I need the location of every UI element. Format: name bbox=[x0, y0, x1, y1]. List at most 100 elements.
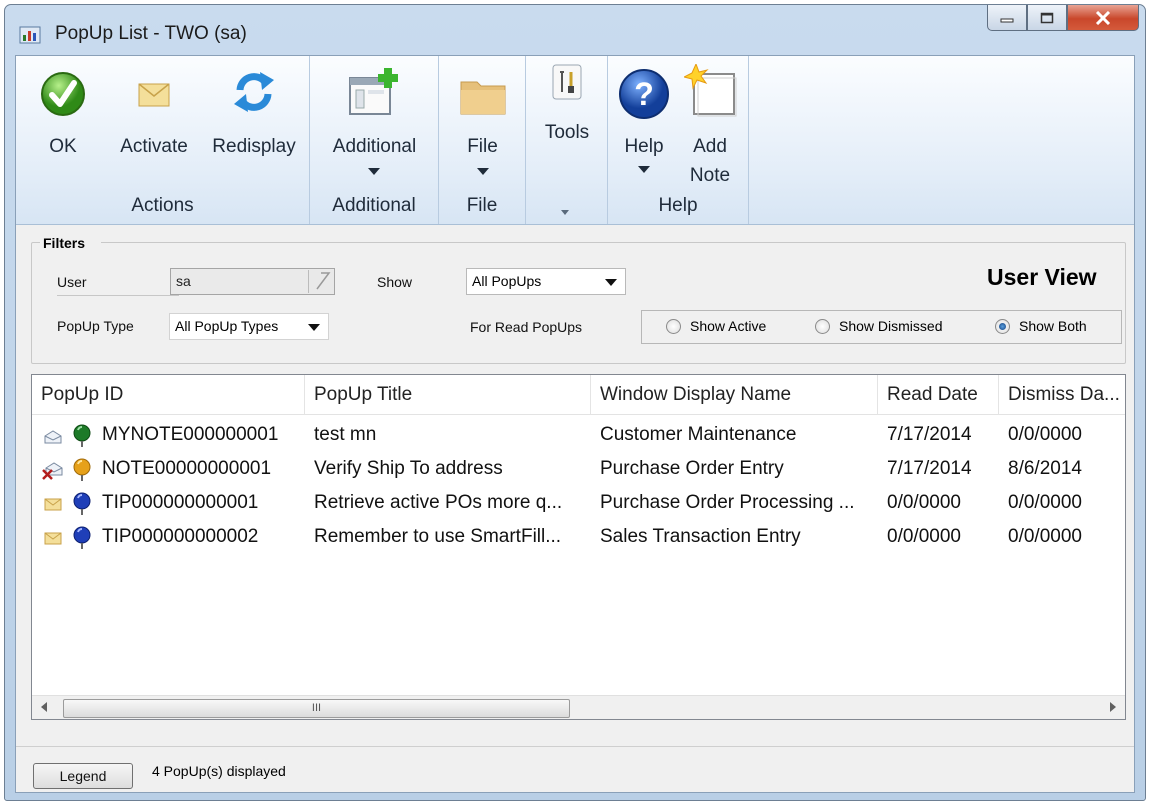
envelope-icon bbox=[138, 83, 170, 107]
show-select[interactable]: All PopUps bbox=[466, 268, 626, 295]
open-envelope-icon bbox=[44, 430, 62, 444]
view-title: User View bbox=[987, 264, 1097, 290]
scrollbar-thumb[interactable]: III bbox=[63, 699, 570, 718]
maximize-button[interactable] bbox=[1027, 5, 1067, 31]
scroll-left-icon[interactable] bbox=[41, 702, 47, 712]
title-bar: PopUp List - TWO (sa) bbox=[5, 5, 1145, 55]
chevron-down-icon bbox=[638, 166, 650, 173]
closed-envelope-icon bbox=[44, 498, 62, 511]
ribbon-group-actions: OK Activate Redisplay Actions bbox=[16, 56, 310, 224]
redisplay-label: Redisplay bbox=[212, 136, 296, 157]
column-header-window-display-name[interactable]: Window Display Name bbox=[591, 375, 878, 415]
folder-icon bbox=[460, 81, 506, 115]
radio-selected-icon bbox=[995, 318, 1010, 334]
close-button[interactable] bbox=[1067, 5, 1139, 31]
filters-group: Filters User sa Show All PopUps User Vie… bbox=[31, 235, 1126, 364]
cell-dismiss-date: 8/6/2014 bbox=[1008, 458, 1082, 479]
show-active-radio[interactable]: Show Active bbox=[666, 318, 766, 334]
maximize-icon bbox=[1040, 12, 1054, 23]
additional-label: Additional bbox=[332, 136, 417, 157]
ribbon-group-label: Additional bbox=[332, 195, 416, 216]
close-icon bbox=[1095, 10, 1111, 25]
checkmark-icon bbox=[41, 72, 85, 116]
cell-read-date: 7/17/2014 bbox=[887, 458, 972, 479]
table-row[interactable]: TIP000000000002 Remember to use SmartFil… bbox=[32, 520, 1125, 554]
activate-label: Activate bbox=[120, 136, 188, 157]
ribbon-group-label: Actions bbox=[131, 195, 194, 216]
file-button[interactable]: File bbox=[447, 56, 518, 191]
group-expand-icon[interactable] bbox=[561, 210, 569, 215]
radio-icon bbox=[815, 318, 830, 334]
ok-button[interactable]: OK bbox=[30, 56, 96, 191]
add-note-label-line2: Note bbox=[689, 165, 731, 186]
tools-icon bbox=[552, 64, 582, 100]
cell-window-display-name: Purchase Order Processing ... bbox=[600, 492, 855, 513]
cell-read-date: 0/0/0000 bbox=[887, 526, 961, 547]
cell-popup-title: Remember to use SmartFill... bbox=[314, 526, 562, 547]
scroll-right-icon[interactable] bbox=[1110, 702, 1116, 712]
cell-popup-id: MYNOTE000000001 bbox=[102, 424, 279, 445]
closed-envelope-icon bbox=[44, 532, 62, 545]
tools-label: Tools bbox=[544, 122, 590, 143]
add-note-button[interactable]: Add Note bbox=[676, 56, 744, 191]
popup-type-select[interactable]: All PopUp Types bbox=[169, 313, 329, 340]
cell-popup-id: NOTE00000000001 bbox=[102, 458, 272, 479]
add-window-icon bbox=[349, 68, 398, 115]
show-value: All PopUps bbox=[472, 273, 542, 289]
cell-read-date: 7/17/2014 bbox=[887, 424, 972, 445]
table-row[interactable]: TIP000000000001 Retrieve active POs more… bbox=[32, 486, 1125, 520]
cell-read-date: 0/0/0000 bbox=[887, 492, 961, 513]
scrollbar-grip: III bbox=[311, 702, 322, 714]
user-field[interactable]: sa bbox=[170, 268, 335, 295]
cell-dismiss-date: 0/0/0000 bbox=[1008, 526, 1082, 547]
ribbon-group-label: File bbox=[466, 195, 498, 216]
ribbon-group-tools: Tools bbox=[526, 56, 608, 224]
popup-count-text: 4 PopUp(s) displayed bbox=[152, 763, 286, 779]
window-title: PopUp List - TWO (sa) bbox=[55, 23, 247, 44]
dropdown-arrow-icon bbox=[605, 279, 617, 286]
ribbon-group-label: Help bbox=[658, 195, 698, 216]
minimize-button[interactable] bbox=[987, 5, 1027, 31]
show-dismissed-radio[interactable]: Show Dismissed bbox=[815, 318, 942, 334]
column-header-popup-id[interactable]: PopUp ID bbox=[32, 375, 305, 415]
show-dismissed-label: Show Dismissed bbox=[839, 318, 943, 334]
filters-title: Filters bbox=[40, 235, 102, 251]
horizontal-scrollbar[interactable]: III bbox=[32, 695, 1125, 719]
refresh-icon bbox=[234, 72, 274, 112]
chevron-down-icon bbox=[368, 168, 380, 175]
cell-popup-title: test mn bbox=[314, 424, 377, 445]
table-header: PopUp ID PopUp Title Window Display Name… bbox=[32, 375, 1125, 415]
add-note-icon bbox=[684, 64, 737, 117]
redisplay-button[interactable]: Redisplay bbox=[204, 56, 304, 191]
lookup-button[interactable] bbox=[308, 270, 334, 293]
column-header-popup-title[interactable]: PopUp Title bbox=[305, 375, 591, 415]
tools-button[interactable]: Tools bbox=[534, 56, 600, 156]
table-row[interactable]: MYNOTE000000001 test mn Customer Mainten… bbox=[32, 418, 1125, 452]
popup-type-label: PopUp Type bbox=[57, 318, 134, 334]
for-read-popups-label: For Read PopUps bbox=[470, 319, 583, 335]
additional-button[interactable]: Additional bbox=[318, 56, 431, 191]
help-button[interactable]: ? Help bbox=[612, 56, 676, 191]
ribbon-group-additional: Additional Additional bbox=[310, 56, 439, 224]
column-header-dismiss-date[interactable]: Dismiss Da... bbox=[999, 375, 1127, 415]
show-both-radio[interactable]: Show Both bbox=[995, 318, 1087, 334]
popup-list-window: PopUp List - TWO (sa) OK Activate Redisp… bbox=[4, 4, 1146, 801]
pushpin-blue-icon bbox=[73, 492, 91, 515]
column-header-read-date[interactable]: Read Date bbox=[878, 375, 999, 415]
ok-label: OK bbox=[49, 136, 77, 157]
cell-window-display-name: Customer Maintenance bbox=[600, 424, 797, 445]
cell-popup-id: TIP000000000002 bbox=[102, 526, 259, 547]
cell-popup-title: Verify Ship To address bbox=[314, 458, 503, 479]
minimize-icon bbox=[1000, 18, 1014, 22]
popup-list[interactable]: PopUp ID PopUp Title Window Display Name… bbox=[31, 374, 1126, 720]
pushpin-blue-icon bbox=[73, 526, 91, 549]
user-label: User bbox=[57, 274, 179, 296]
legend-button[interactable]: Legend bbox=[33, 763, 133, 789]
table-row[interactable]: NOTE00000000001 Verify Ship To address P… bbox=[32, 452, 1125, 486]
radio-icon bbox=[666, 318, 681, 334]
svg-text:?: ? bbox=[634, 76, 654, 112]
help-label: Help bbox=[624, 136, 664, 157]
activate-button[interactable]: Activate bbox=[108, 56, 200, 191]
show-label: Show bbox=[377, 274, 413, 290]
help-icon: ? bbox=[619, 69, 669, 119]
